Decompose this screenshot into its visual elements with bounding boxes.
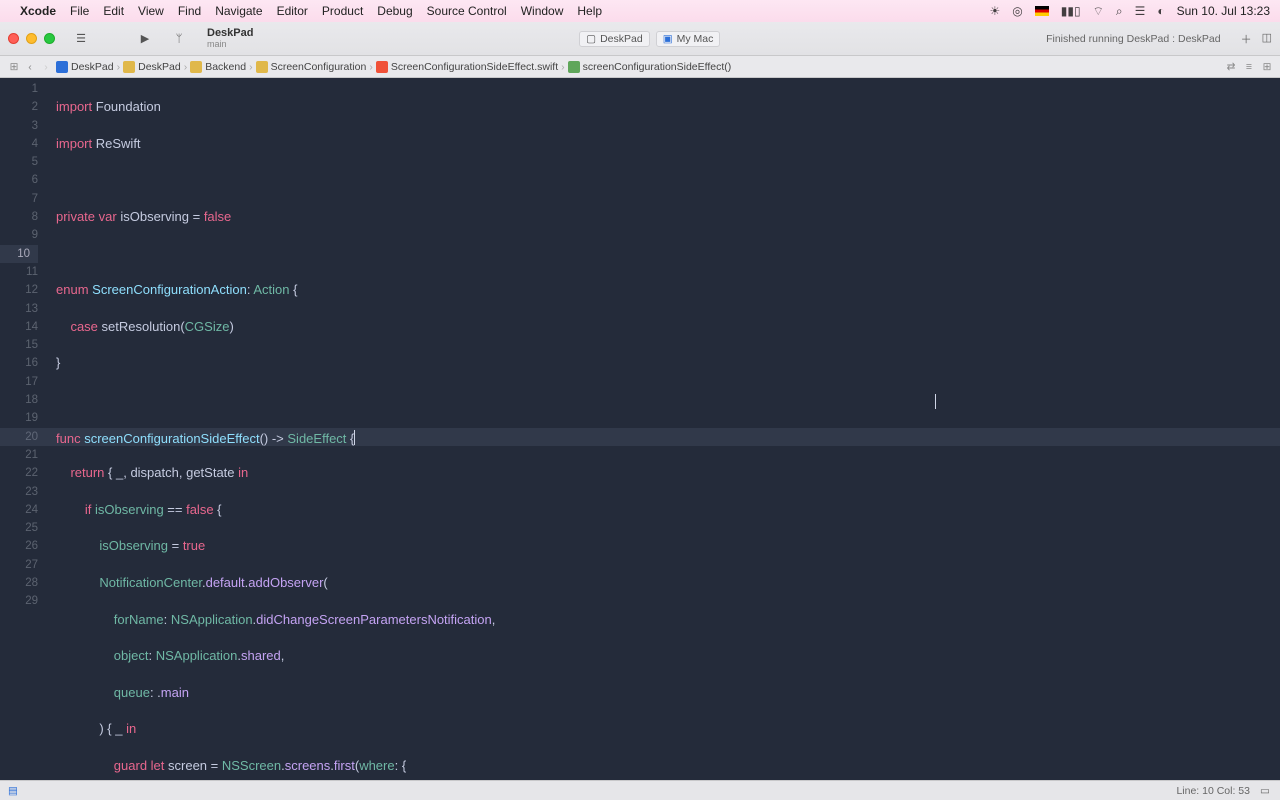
menu-editor[interactable]: Editor — [277, 4, 308, 18]
editor-status-bar: ▤ Line: 10 Col: 53 ▭ — [0, 780, 1280, 800]
menubar-app-name[interactable]: Xcode — [20, 4, 56, 18]
activity-viewer: ▢DeskPad ▣My Mac — [253, 31, 1046, 47]
menu-file[interactable]: File — [70, 4, 89, 18]
scheme-branch: main — [207, 40, 253, 49]
editor-options-icon[interactable]: ≡ — [1242, 61, 1256, 73]
toggle-navigator-button[interactable]: ☰ — [69, 29, 93, 49]
xcode-toolbar: ☰ ▶ ᛘ DeskPad main ▢DeskPad ▣My Mac Fini… — [0, 22, 1280, 56]
target-app-pill[interactable]: ▢DeskPad — [579, 31, 650, 47]
close-window-button[interactable] — [8, 33, 19, 44]
code-editor[interactable]: 1 2 3 4 5 6 7 8 9 10 11 12 13 14 15 16 1… — [0, 78, 1280, 780]
jump-bar: ⊞ ‹ › DeskPad› DeskPad› Backend› ScreenC… — [0, 56, 1280, 78]
git-branch-icon[interactable]: ᛘ — [167, 29, 191, 49]
add-editor-button[interactable]: ＋ — [1241, 31, 1252, 47]
text-cursor-caret — [935, 394, 936, 409]
minimap-toggle-icon[interactable]: ▭ — [1258, 785, 1272, 797]
add-split-icon[interactable]: ⊞ — [1260, 61, 1274, 73]
battery-icon[interactable]: ▮▮▯ — [1061, 4, 1081, 18]
menu-product[interactable]: Product — [322, 4, 363, 18]
build-status: Finished running DeskPad : DeskPad — [1046, 33, 1221, 45]
review-icon[interactable]: ⇄ — [1224, 61, 1238, 73]
menubar-clock[interactable]: Sun 10. Jul 13:23 — [1177, 4, 1270, 18]
nav-back-button[interactable]: ‹ — [22, 61, 38, 73]
toggle-inspector-button[interactable]: ◫ — [1262, 31, 1272, 47]
crumb-symbol[interactable]: screenConfigurationSideEffect() — [566, 61, 734, 73]
menu-edit[interactable]: Edit — [103, 4, 124, 18]
siri-icon[interactable]: ◐ — [1157, 4, 1164, 18]
debug-filter-icon[interactable]: ▤ — [8, 785, 18, 797]
nav-forward-button[interactable]: › — [38, 61, 54, 73]
crumb-project[interactable]: DeskPad — [54, 61, 116, 73]
input-source-german-icon[interactable] — [1035, 6, 1049, 16]
spotlight-icon[interactable]: ⌕ — [1116, 4, 1123, 19]
menu-window[interactable]: Window — [521, 4, 564, 18]
menu-source-control[interactable]: Source Control — [427, 4, 507, 18]
window-traffic-lights — [8, 33, 55, 44]
menu-debug[interactable]: Debug — [377, 4, 412, 18]
cursor-position: Line: 10 Col: 53 — [1176, 785, 1250, 797]
run-button[interactable]: ▶ — [133, 29, 157, 49]
macos-menubar: Xcode File Edit View Find Navigate Edito… — [0, 0, 1280, 22]
crumb-group-1[interactable]: DeskPad — [121, 61, 183, 73]
scheme-name: DeskPad — [207, 28, 253, 40]
code-content[interactable]: import Foundation import ReSwift private… — [46, 78, 1280, 780]
target-device-pill[interactable]: ▣My Mac — [656, 31, 721, 47]
minimize-window-button[interactable] — [26, 33, 37, 44]
target-icon[interactable]: ◎ — [1012, 4, 1022, 18]
crumb-group-2[interactable]: Backend — [188, 61, 248, 73]
crumb-group-3[interactable]: ScreenConfiguration — [254, 61, 369, 73]
crumb-file[interactable]: ScreenConfigurationSideEffect.swift — [374, 61, 560, 73]
toolbar-right-group: ＋ ◫ — [1241, 31, 1272, 47]
brightness-icon[interactable]: ☀ — [990, 4, 1001, 18]
zoom-window-button[interactable] — [44, 33, 55, 44]
wifi-icon[interactable]: ⌔ — [1093, 4, 1104, 19]
control-center-icon[interactable]: ☰ — [1135, 4, 1146, 18]
menu-navigate[interactable]: Navigate — [215, 4, 262, 18]
scheme-selector[interactable]: DeskPad main — [207, 28, 253, 49]
menu-view[interactable]: View — [138, 4, 164, 18]
related-items-icon[interactable]: ⊞ — [6, 61, 22, 73]
menu-find[interactable]: Find — [178, 4, 201, 18]
menu-help[interactable]: Help — [577, 4, 602, 18]
